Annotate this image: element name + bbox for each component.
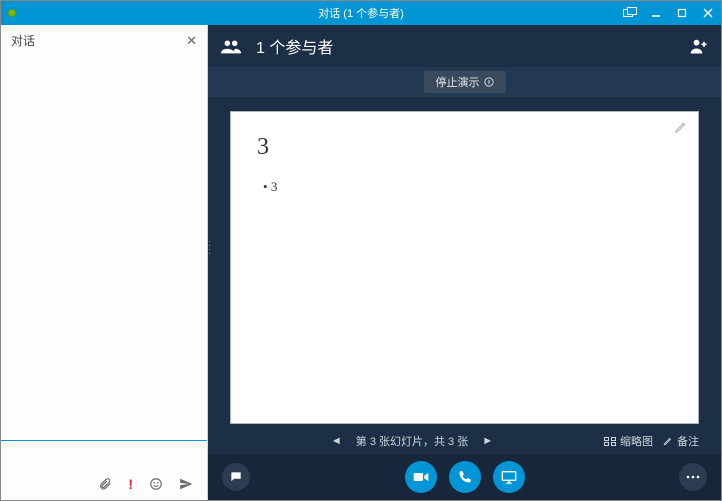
message-input[interactable] xyxy=(9,449,199,464)
close-button[interactable] xyxy=(695,1,721,25)
body: 对话 ✕ ···· ! xyxy=(1,25,721,500)
minimize-button[interactable] xyxy=(643,1,669,25)
slide-area: 3 3 xyxy=(208,97,721,430)
presence-indicator xyxy=(1,9,23,17)
thumbnails-label: 缩略图 xyxy=(620,433,653,449)
call-button[interactable] xyxy=(449,461,481,493)
app-window: 对话 (1 个参与者) 对话 ✕ ···· xyxy=(0,0,722,501)
call-icon xyxy=(457,470,472,485)
close-conversation-button[interactable]: ✕ xyxy=(186,34,197,47)
priority-icon[interactable]: ! xyxy=(128,476,133,492)
present-icon xyxy=(501,470,517,484)
message-input-wrap xyxy=(1,440,207,472)
window-title: 对话 (1 个参与者) xyxy=(1,5,721,21)
stop-presentation-button[interactable]: 停止演示 xyxy=(424,71,506,93)
message-toolbar: ! xyxy=(1,472,207,500)
add-person-button[interactable] xyxy=(689,38,709,54)
participants-label: 1 个参与者 xyxy=(256,34,333,58)
next-slide-button[interactable]: ► xyxy=(478,435,497,447)
presence-dot xyxy=(8,9,16,17)
paperclip-icon[interactable] xyxy=(98,477,112,491)
conversation-history: ···· xyxy=(1,55,207,440)
stop-presentation-bar: 停止演示 xyxy=(208,67,721,97)
notes-button[interactable]: 备注 xyxy=(663,433,699,449)
conversation-panel: 对话 ✕ ···· ! xyxy=(1,25,208,500)
popout-button[interactable] xyxy=(617,1,643,25)
conversation-header: 对话 ✕ xyxy=(1,25,207,55)
title-bar: 对话 (1 个参与者) xyxy=(1,1,721,25)
window-controls xyxy=(617,1,721,25)
notes-icon xyxy=(663,436,673,446)
video-icon xyxy=(413,471,429,483)
stage: 1 个参与者 停止演示 3 3 xyxy=(208,25,721,500)
stage-header: 1 个参与者 xyxy=(208,25,721,67)
conversation-header-label: 对话 xyxy=(11,32,35,49)
thumbnails-button[interactable]: 缩略图 xyxy=(604,433,653,449)
present-button[interactable] xyxy=(493,461,525,493)
more-button[interactable] xyxy=(679,463,707,491)
slide-heading: 3 xyxy=(257,134,672,161)
participants-icon[interactable] xyxy=(220,38,242,54)
slide-status: 第 3 张幻灯片，共 3 张 xyxy=(356,433,468,449)
slide-bullet: 3 xyxy=(263,179,672,195)
chat-button[interactable] xyxy=(222,463,250,491)
pencil-icon[interactable] xyxy=(674,120,688,139)
slide-nav: ◄ 第 3 张幻灯片，共 3 张 ► 缩略图 备注 xyxy=(208,430,721,454)
chat-icon xyxy=(229,470,243,484)
call-toolbar xyxy=(208,454,721,500)
slide-frame[interactable]: 3 3 xyxy=(230,111,699,424)
maximize-button[interactable] xyxy=(669,1,695,25)
info-icon xyxy=(484,77,494,87)
stop-presentation-label: 停止演示 xyxy=(436,74,480,90)
thumbnails-icon xyxy=(604,437,616,446)
send-icon[interactable] xyxy=(179,477,193,491)
splitter-handle[interactable]: ···· xyxy=(208,240,211,256)
emoji-icon[interactable] xyxy=(149,477,163,491)
more-icon xyxy=(686,475,700,479)
video-button[interactable] xyxy=(405,461,437,493)
prev-slide-button[interactable]: ◄ xyxy=(327,435,346,447)
notes-label: 备注 xyxy=(677,433,699,449)
